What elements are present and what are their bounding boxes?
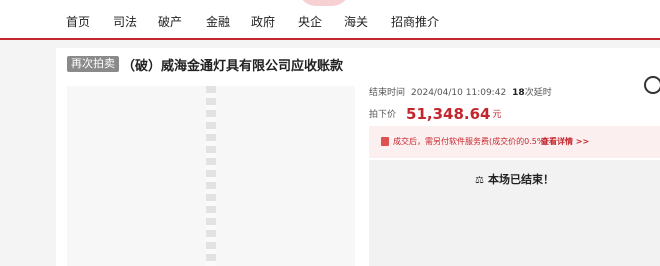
notice-text: 成交后，需另付软件服务费(成交价的0.5%)	[393, 137, 548, 146]
item-image-gallery[interactable]	[67, 86, 355, 266]
nav-item-judicial[interactable]: 司法	[113, 13, 137, 30]
gavel-icon: ⚖	[475, 175, 484, 186]
delay-label: 次延时	[524, 88, 552, 98]
auction-ended-text: 本场已结束！	[487, 173, 554, 186]
end-time-value: 2024/04/10 11:09:42	[411, 88, 507, 98]
nav-item-bankruptcy[interactable]: 破产	[158, 13, 182, 30]
delay-count: 18	[512, 88, 525, 98]
final-price-value: 51,348.64	[406, 105, 491, 123]
auction-card: 再次拍卖 （破）威海金通灯具有限公司应收账款 结束时间 2024/04/10 11…	[56, 48, 660, 266]
auction-ended-panel: ⚖ 本场已结束！	[369, 160, 660, 266]
nav-item-finance[interactable]: 金融	[206, 13, 230, 30]
final-price-label: 拍下价	[369, 110, 397, 120]
image-placeholder-strip	[206, 86, 216, 266]
nav-item-investment[interactable]: 招商推介	[391, 13, 439, 30]
nav-item-home[interactable]: 首页	[66, 13, 90, 30]
price-unit: 元	[492, 110, 502, 120]
nav-item-government[interactable]: 政府	[251, 13, 275, 30]
hammer-timer-icon[interactable]	[644, 76, 660, 94]
end-time-row: 结束时间 2024/04/10 11:09:42 18次延时	[369, 80, 552, 99]
end-time-label: 结束时间	[369, 88, 406, 98]
auction-title: （破）威海金通灯具有限公司应收账款	[122, 59, 344, 74]
main-nav: 首页 司法 破产 金融 政府 央企 海关 招商推介	[0, 0, 660, 40]
lock-notice-icon	[381, 137, 389, 146]
nav-item-central-enterprise[interactable]: 央企	[298, 13, 322, 30]
view-details-link[interactable]: 查看详情 >>	[541, 136, 589, 147]
nav-item-customs[interactable]: 海关	[344, 13, 368, 30]
re-auction-tag: 再次拍卖	[67, 56, 119, 72]
service-fee-notice: 成交后，需另付软件服务费(成交价的0.5%) 查看详情 >>	[369, 126, 660, 158]
top-navigation-bar: 首页 司法 破产 金融 政府 央企 海关 招商推介	[0, 0, 660, 40]
final-price-row: 拍下价 51,348.64 元	[369, 102, 502, 123]
